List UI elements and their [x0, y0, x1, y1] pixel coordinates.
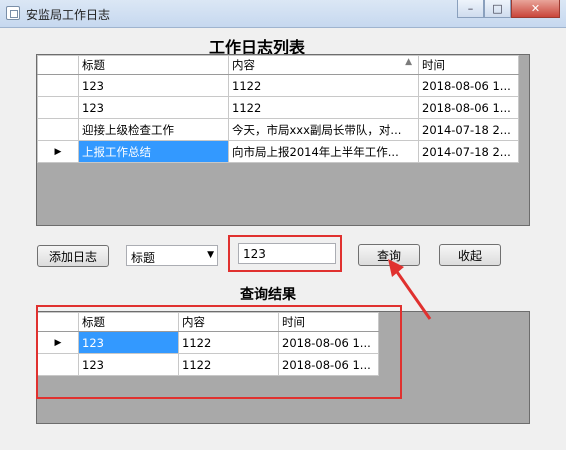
row-indicator[interactable]	[37, 96, 79, 119]
cell-title[interactable]: 123	[78, 74, 229, 97]
results-highlight-box	[36, 305, 402, 399]
annotation-arrow-icon	[388, 259, 432, 320]
row-indicator[interactable]	[37, 118, 79, 141]
log-list-grid[interactable]: 标题 内容 ▲ 时间 123 1122 2018-08-06 1... 123 1…	[36, 54, 530, 226]
chevron-down-icon: ▼	[207, 250, 214, 260]
cell-content[interactable]: 今天，市局xxx副局长带队，对...	[228, 118, 419, 141]
cell-title[interactable]: 123	[78, 96, 229, 119]
table-row-selected[interactable]: ▶ 上报工作总结 向市局上报2014年上半年工作... 2014-07-18 2…	[37, 140, 519, 163]
minimize-button[interactable]: –	[457, 0, 484, 18]
sort-ascending-icon: ▲	[405, 57, 412, 67]
column-header-time[interactable]: 时间	[418, 55, 519, 75]
cell-title[interactable]: 上报工作总结	[78, 140, 229, 163]
table-row[interactable]: 迎接上级检查工作 今天，市局xxx副局长带队，对... 2014-07-18 2…	[37, 118, 519, 141]
row-indicator[interactable]: ▶	[37, 140, 79, 163]
column-header-content-label: 内容	[232, 58, 255, 72]
cell-title[interactable]: 迎接上级检查工作	[78, 118, 229, 141]
table-header-row: 标题 内容 ▲ 时间	[37, 55, 519, 75]
cell-content[interactable]: 1122	[228, 96, 419, 119]
results-heading: 查询结果	[240, 287, 296, 303]
maximize-button[interactable]: □	[484, 0, 511, 18]
cell-content[interactable]: 1122	[228, 74, 419, 97]
column-header-content[interactable]: 内容 ▲	[228, 55, 419, 75]
cell-time[interactable]: 2018-08-06 1...	[418, 96, 519, 119]
close-button[interactable]: ✕	[511, 0, 560, 18]
table-row[interactable]: 123 1122 2018-08-06 1...	[37, 96, 519, 119]
collapse-button[interactable]: 收起	[439, 244, 501, 266]
column-header-title[interactable]: 标题	[78, 55, 229, 75]
log-list-table: 标题 内容 ▲ 时间 123 1122 2018-08-06 1... 123 1…	[37, 55, 519, 163]
cell-time[interactable]: 2018-08-06 1...	[418, 74, 519, 97]
window-title: 安监局工作日志	[26, 8, 111, 22]
add-log-button[interactable]: 添加日志	[37, 245, 109, 267]
search-field-select[interactable]: 标题 ▼	[126, 245, 218, 266]
search-input-highlight-box	[228, 235, 342, 272]
app-icon	[6, 6, 20, 20]
cell-time[interactable]: 2014-07-18 2...	[418, 140, 519, 163]
table-row[interactable]: 123 1122 2018-08-06 1...	[37, 74, 519, 97]
cell-content[interactable]: 向市局上报2014年上半年工作...	[228, 140, 419, 163]
search-field-select-value: 标题	[131, 251, 156, 265]
row-indicator[interactable]	[37, 74, 79, 97]
cell-time[interactable]: 2014-07-18 2...	[418, 118, 519, 141]
row-header-corner	[37, 55, 79, 75]
window-controls: – □ ✕	[457, 0, 560, 18]
